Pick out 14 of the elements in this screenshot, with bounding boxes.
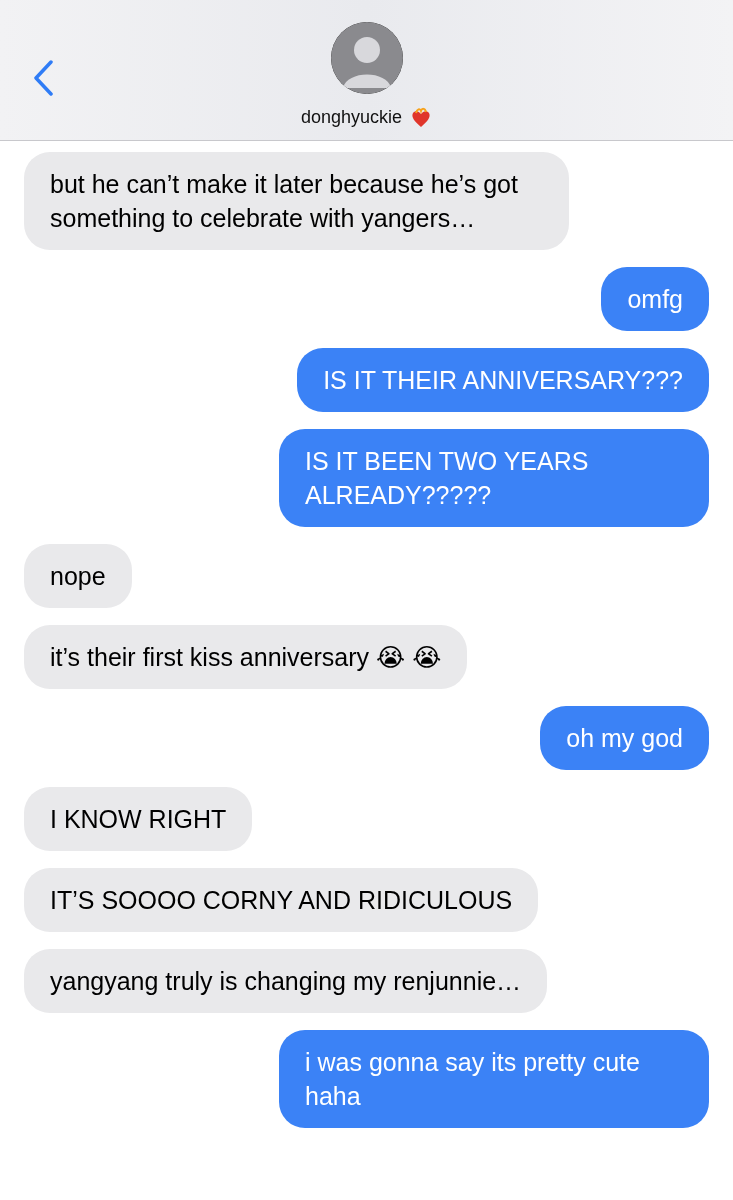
received-message: yangyang truly is changing my renjunnie…: [24, 949, 548, 1013]
back-icon[interactable]: [32, 60, 54, 96]
sent-message: IS IT BEEN TWO YEARS ALREADY?????: [279, 429, 709, 527]
received-message: I KNOW RIGHT: [24, 787, 253, 851]
received-message: IT’S SOOOO CORNY AND RIDICULOUS: [24, 868, 539, 932]
sent-message: IS IT THEIR ANNIVERSARY???: [297, 348, 709, 412]
sent-message: i was gonna say its pretty cute haha: [279, 1030, 709, 1128]
received-message: but he can’t make it later because he’s got something to celebrate with yangers…: [24, 152, 569, 250]
sent-message: oh my god: [540, 706, 709, 770]
contact-name[interactable]: donghyuckie: [300, 104, 403, 131]
avatar[interactable]: [330, 22, 403, 94]
received-message: nope: [24, 544, 132, 608]
sent-message: omfg: [601, 267, 709, 331]
received-message: it’s their first kiss anniversary 😭 😭: [24, 625, 468, 689]
